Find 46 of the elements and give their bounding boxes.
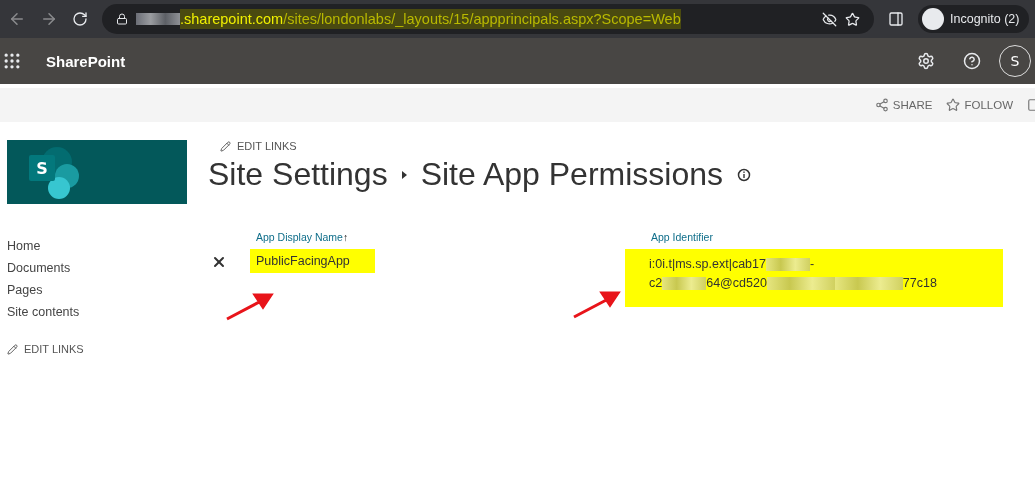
url-path: /sites/londonlabs/_layouts/15/appprincipals.aspx?Scope=Web	[283, 11, 681, 27]
nav-link[interactable]: Site contents	[7, 305, 187, 319]
profile-button[interactable]: Incognito (2)	[918, 5, 1030, 33]
side-panel-icon[interactable]	[888, 11, 904, 27]
app-identifier-cell: i:0i.t|ms.sp.ext|cab17 - c2 64@cd520 77c18	[625, 249, 1003, 307]
address-bar[interactable]: .sharepoint.com/sites/londonlabs/_layouts/15/appprincipals.aspx?Scope=Web	[102, 4, 874, 34]
nav-link[interactable]: Home	[7, 239, 187, 253]
info-icon[interactable]	[737, 167, 751, 182]
sort-arrow-icon: ↑	[342, 231, 349, 243]
forward-icon[interactable]	[40, 10, 58, 28]
follow-button[interactable]: FOLLOW	[946, 98, 1013, 112]
incognito-icon	[922, 8, 944, 30]
nav-link[interactable]: Pages	[7, 283, 187, 297]
share-icon	[874, 98, 889, 112]
app-name[interactable]: SharePoint	[46, 52, 917, 70]
annotation-arrow	[572, 290, 622, 320]
redacted-text	[136, 13, 180, 25]
edit-links-link[interactable]: EDIT LINKS	[220, 140, 1031, 152]
page-title: Site App Permissions	[420, 156, 723, 193]
share-button[interactable]: SHARE	[874, 98, 933, 112]
breadcrumb-separator-icon	[401, 170, 407, 179]
pencil-icon	[7, 343, 18, 355]
column-header[interactable]: App Display Name↑	[256, 231, 651, 243]
eye-slash-icon[interactable]	[822, 11, 837, 27]
back-icon[interactable]	[8, 10, 26, 28]
pencil-icon	[220, 140, 231, 152]
help-icon[interactable]	[963, 52, 981, 70]
breadcrumb-link[interactable]: Site Settings	[208, 156, 388, 193]
redacted-text	[662, 277, 707, 290]
app-launcher-icon[interactable]	[2, 51, 22, 71]
nav-link[interactable]: Documents	[7, 261, 187, 275]
annotation-arrow	[225, 292, 275, 322]
redacted-text	[765, 258, 810, 271]
column-header[interactable]: App Identifier	[651, 231, 1031, 243]
lock-icon	[116, 13, 128, 25]
delete-icon[interactable]	[211, 254, 227, 270]
reload-icon[interactable]	[72, 11, 88, 27]
redacted-text	[834, 277, 903, 290]
settings-icon[interactable]	[917, 52, 935, 70]
star-icon	[946, 98, 961, 112]
app-name-cell: PublicFacingApp	[250, 249, 375, 273]
url-host: .sharepoint.com	[180, 11, 284, 27]
edit-links-link[interactable]: EDIT LINKS	[7, 343, 187, 355]
star-icon[interactable]	[845, 11, 860, 27]
redacted-text	[766, 277, 835, 290]
site-logo[interactable]: S	[7, 140, 187, 204]
